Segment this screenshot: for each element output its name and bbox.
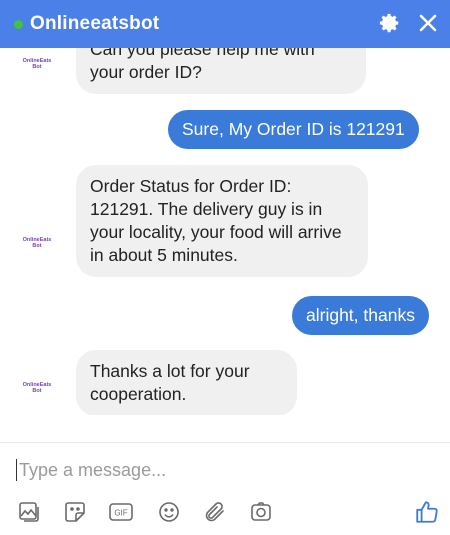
bot-avatar: OnlineEats Bot [22,58,52,70]
close-icon[interactable] [416,10,440,36]
bot-message: Thanks a lot for your cooperation. [76,350,297,415]
chat-header: Onlineeatsbot [0,0,450,48]
message-input[interactable]: Type a message... [16,456,426,484]
bot-avatar: OnlineEats Bot [22,382,52,394]
online-status-indicator [14,19,23,29]
gear-icon[interactable] [378,10,402,36]
user-message: Sure, My Order ID is 121291 [168,110,419,149]
camera-icon[interactable] [246,497,276,527]
image-icon[interactable] [14,497,44,527]
message-list[interactable]: OnlineEats Bot Can you please help me wit… [0,48,450,415]
gif-label: GIF [114,509,127,518]
attachment-icon[interactable] [200,497,230,527]
sticker-icon[interactable] [60,497,90,527]
composer-divider [0,442,450,443]
thumbs-up-icon[interactable] [412,497,442,527]
bot-message: Can you please help me with your order I… [76,48,366,94]
gif-icon[interactable]: GIF [106,497,136,527]
text-caret [16,459,17,481]
bot-avatar: OnlineEats Bot [22,237,52,249]
chat-title: Onlineeatsbot [30,13,160,34]
bot-message: Order Status for Order ID: 121291. The d… [76,165,368,277]
user-message: alright, thanks [292,296,429,335]
emoji-icon[interactable] [154,497,184,527]
message-input-placeholder: Type a message... [19,459,167,480]
composer-toolbar: GIF [14,497,444,527]
